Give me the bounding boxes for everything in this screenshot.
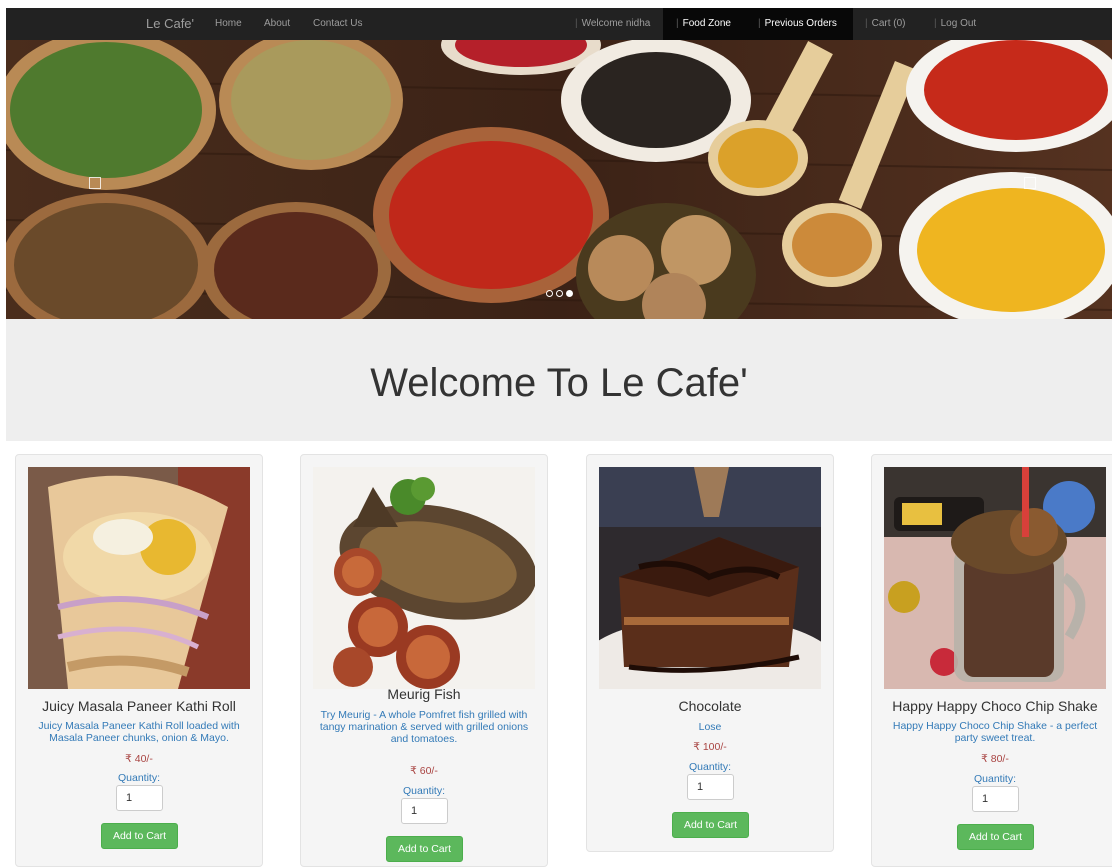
product-title: Juicy Masala Paneer Kathi Roll (42, 698, 236, 714)
logout-label: Log Out (940, 18, 977, 29)
carousel-indicators (546, 290, 573, 297)
product-title: Meurig Fish (387, 686, 461, 702)
product-card: Meurig Fish Try Meurig - A whole Pomfret… (300, 454, 548, 867)
page: Le Cafe' Home About Contact Us | Welcome … (6, 8, 1112, 867)
quantity-input[interactable]: 1 (401, 798, 448, 824)
food-zone-label: Food Zone (682, 18, 731, 29)
quantity-label: Quantity: (402, 785, 446, 797)
carousel-indicator-1[interactable] (546, 290, 553, 297)
previous-orders-label: Previous Orders (764, 18, 837, 29)
welcome-label: Welcome nidha (581, 18, 651, 29)
add-to-cart-button[interactable]: Add to Cart (957, 824, 1034, 850)
add-to-cart-button[interactable]: Add to Cart (672, 812, 749, 838)
nav-contact[interactable]: Contact Us (313, 18, 362, 29)
product-card: Juicy Masala Paneer Kathi Roll Juicy Mas… (15, 454, 263, 867)
product-image-choco-shake (884, 467, 1106, 689)
carousel-next-control[interactable] (1024, 177, 1036, 189)
brand-link[interactable]: Le Cafe' (146, 16, 194, 31)
product-title: Happy Happy Choco Chip Shake (892, 698, 1098, 714)
product-description: Try Meurig - A whole Pomfret fish grille… (319, 709, 529, 745)
add-to-cart-button[interactable]: Add to Cart (386, 836, 463, 862)
product-description: Happy Happy Choco Chip Shake - a perfect… (892, 720, 1098, 744)
cart-label: Cart (0) (871, 18, 906, 29)
nav-home[interactable]: Home (215, 18, 242, 29)
carousel-indicator-2[interactable] (556, 290, 563, 297)
product-image-meurig-fish (313, 467, 535, 689)
product-description: Juicy Masala Paneer Kathi Roll loaded wi… (38, 720, 240, 744)
product-price: ₹ 100/- (693, 741, 727, 753)
nav-food-zone[interactable]: | Food Zone (676, 18, 731, 29)
nav-cart[interactable]: | Cart (0) (865, 18, 906, 29)
product-price: ₹ 60/- (410, 765, 438, 777)
welcome-heading: Welcome To Le Cafe' (370, 361, 748, 405)
spices-image (6, 40, 1112, 319)
add-to-cart-button[interactable]: Add to Cart (101, 823, 178, 849)
quantity-input[interactable]: 1 (972, 786, 1019, 812)
quantity-input[interactable]: 1 (116, 785, 163, 811)
hero-carousel (6, 40, 1112, 319)
navbar: Le Cafe' Home About Contact Us | Welcome … (6, 8, 1112, 40)
product-price: ₹ 40/- (125, 753, 153, 765)
quantity-label: Quantity: (117, 772, 161, 784)
nav-logout[interactable]: | Log Out (934, 18, 976, 29)
product-card: Chocolate Lose ₹ 100/- Quantity: 1 Add t… (586, 454, 834, 852)
quantity-label: Quantity: (688, 761, 732, 773)
carousel-prev-control[interactable] (89, 177, 101, 189)
welcome-banner: Welcome To Le Cafe' (6, 319, 1112, 441)
nav-about[interactable]: About (264, 18, 290, 29)
product-image-chocolate (599, 467, 821, 689)
nav-previous-orders[interactable]: | Previous Orders (758, 18, 837, 29)
product-image-kathi-roll (28, 467, 250, 689)
quantity-label: Quantity: (973, 773, 1017, 785)
product-card: Happy Happy Choco Chip Shake Happy Happy… (871, 454, 1112, 867)
carousel-indicator-3[interactable] (566, 290, 573, 297)
product-description: Lose (698, 721, 722, 733)
welcome-text: | Welcome nidha (575, 18, 651, 29)
quantity-input[interactable]: 1 (687, 774, 734, 800)
product-title: Chocolate (678, 698, 742, 714)
product-price: ₹ 80/- (981, 753, 1009, 765)
